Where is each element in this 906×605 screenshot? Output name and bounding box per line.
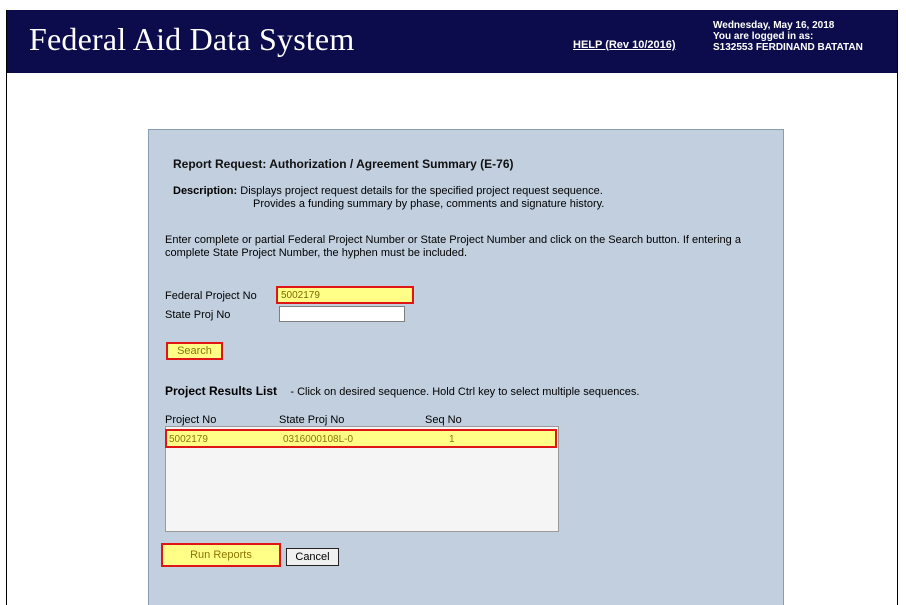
result-row[interactable]: 5002179 0316000108L-0 1 (165, 429, 557, 448)
result-state-proj-no: 0316000108L-0 (283, 434, 354, 445)
app-title: Federal Aid Data System (29, 21, 355, 57)
app-header: Federal Aid Data System HELP (Rev 10/201… (7, 10, 897, 73)
page-title: Report Request: Authorization / Agreemen… (173, 157, 514, 171)
search-button[interactable]: Search (166, 342, 223, 360)
page-frame: Federal Aid Data System HELP (Rev 10/201… (6, 10, 898, 605)
results-hint: - Click on desired sequence. Hold Ctrl k… (290, 386, 640, 398)
federal-project-label: Federal Project No (165, 290, 257, 302)
state-project-input[interactable] (279, 306, 405, 322)
description-line-1: Displays project request details for the… (240, 185, 603, 197)
result-project-no: 5002179 (169, 434, 208, 445)
description: Description: Displays project request de… (173, 185, 604, 211)
user-name: S132553 FERDINAND BATATAN (713, 42, 863, 53)
column-header-state-proj-no: State Proj No (279, 414, 345, 426)
run-reports-button[interactable]: Run Reports (161, 543, 281, 567)
help-link[interactable]: HELP (Rev 10/2016) (573, 39, 676, 51)
description-line-2: Provides a funding summary by phase, com… (253, 198, 605, 210)
user-info: Wednesday, May 16, 2018 You are logged i… (713, 20, 863, 53)
column-header-seq-no: Seq No (425, 414, 462, 426)
result-seq-no: 1 (449, 434, 455, 445)
logged-in-label: You are logged in as: (713, 31, 814, 42)
results-heading: Project Results List - Click on desired … (165, 384, 640, 398)
current-date: Wednesday, May 16, 2018 (713, 20, 835, 31)
search-instructions: Enter complete or partial Federal Projec… (165, 234, 741, 259)
cancel-button[interactable]: Cancel (286, 548, 339, 566)
description-label: Description: (173, 185, 238, 197)
report-request-panel: Report Request: Authorization / Agreemen… (148, 129, 784, 605)
results-title: Project Results List (165, 384, 278, 398)
state-project-label: State Proj No (165, 309, 231, 321)
column-header-project-no: Project No (165, 414, 217, 426)
project-results-list[interactable]: 5002179 0316000108L-0 1 (165, 426, 559, 532)
federal-project-input[interactable] (276, 286, 414, 304)
